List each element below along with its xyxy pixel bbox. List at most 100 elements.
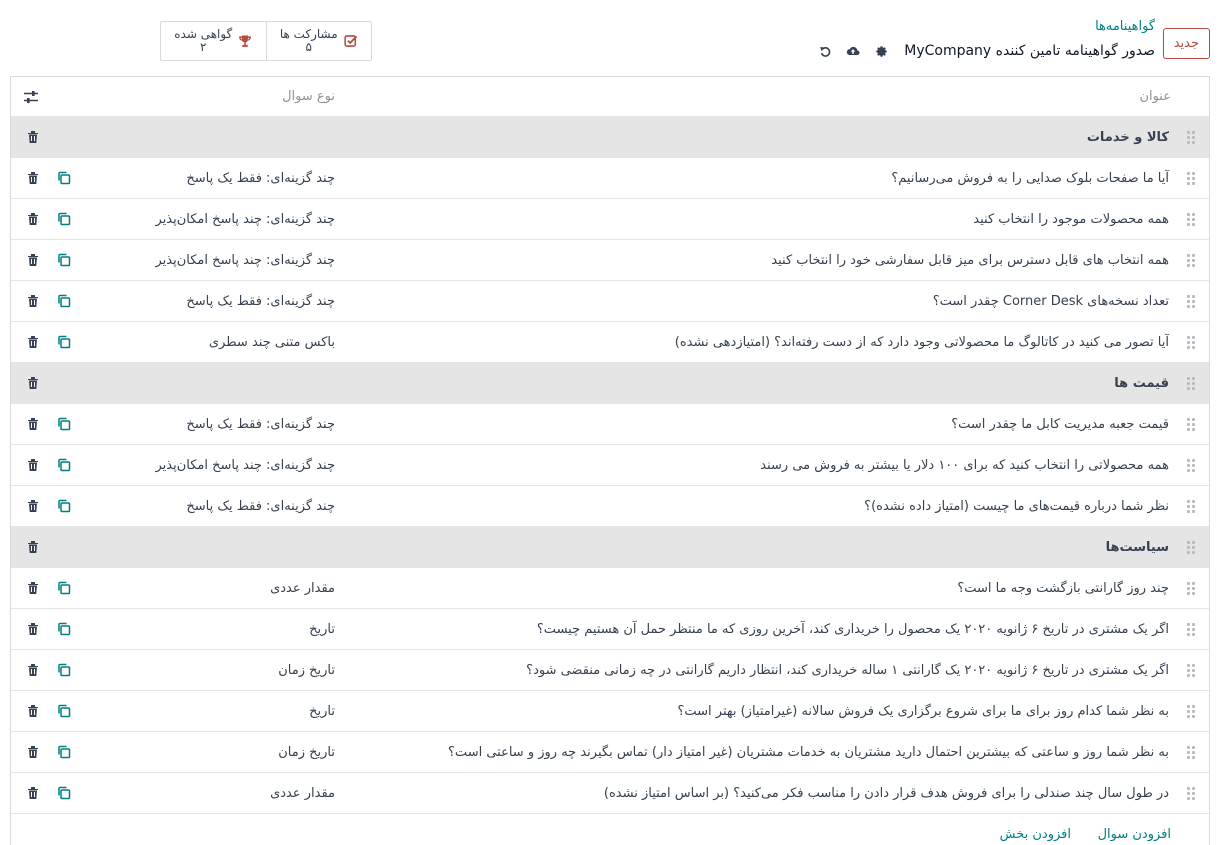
question-row[interactable]: اگر یک مشتری در تاریخ ۶ ژانویه ۲۰۲۰ یک م…: [11, 609, 1209, 650]
drag-handle-icon[interactable]: [1185, 130, 1195, 144]
trash-icon[interactable]: [27, 253, 39, 267]
copy-icon[interactable]: [57, 171, 71, 185]
copy-icon[interactable]: [57, 294, 71, 308]
trash-icon[interactable]: [27, 417, 39, 431]
drag-handle-icon[interactable]: [1185, 786, 1195, 800]
trash-icon[interactable]: [27, 745, 39, 759]
gear-icon[interactable]: [874, 44, 888, 58]
copy-icon[interactable]: [57, 786, 71, 800]
drag-handle-icon[interactable]: [1185, 417, 1195, 431]
question-type: چند گزینه‌ای: چند پاسخ امکان‌پذیر: [155, 211, 336, 227]
question-row[interactable]: آیا ما صفحات بلوک صدایی را به فروش می‌رس…: [11, 158, 1209, 199]
trash-icon[interactable]: [27, 663, 39, 677]
trash-icon[interactable]: [27, 499, 39, 513]
section-row[interactable]: کالا و خدمات: [11, 117, 1209, 158]
copy-icon[interactable]: [57, 212, 71, 226]
drag-handle-icon[interactable]: [1185, 622, 1195, 636]
drag-handle-icon[interactable]: [1185, 581, 1195, 595]
drag-handle-icon[interactable]: [1185, 171, 1195, 185]
breadcrumb: صدور گواهینامه تامین کننده MyCompany: [818, 43, 1155, 59]
copy-icon[interactable]: [57, 253, 71, 267]
certified-button[interactable]: گواهی شده ۲: [161, 22, 267, 60]
copy-icon[interactable]: [57, 663, 71, 677]
copy-icon[interactable]: [57, 581, 71, 595]
trash-icon[interactable]: [27, 130, 39, 144]
add-question-link[interactable]: افزودن سوال: [1098, 827, 1171, 842]
table-body: کالا و خدمات آیا ما صفحات بلوک صدایی را ب…: [11, 117, 1209, 814]
drag-handle-icon[interactable]: [1185, 663, 1195, 677]
table-footer: افزودن سوال افزودن بخش: [11, 814, 1209, 845]
copy-icon[interactable]: [57, 499, 71, 513]
question-row[interactable]: تعداد نسخه‌های Corner Desk چقدر است؟ چند …: [11, 281, 1209, 322]
section-title: قیمت ها: [1114, 375, 1169, 391]
section-row[interactable]: قیمت ها: [11, 363, 1209, 404]
drag-handle-icon[interactable]: [1185, 745, 1195, 759]
question-type: چند گزینه‌ای: فقط یک پاسخ: [186, 293, 335, 309]
trash-icon[interactable]: [27, 171, 39, 185]
drag-handle-icon[interactable]: [1185, 499, 1195, 513]
trash-icon[interactable]: [27, 458, 39, 472]
copy-icon[interactable]: [57, 704, 71, 718]
question-type: تاریخ: [309, 621, 335, 637]
question-title: همه محصولاتی را انتخاب کنید که برای ۱۰۰ …: [760, 457, 1169, 473]
copy-icon[interactable]: [57, 622, 71, 636]
drag-handle-icon[interactable]: [1185, 704, 1195, 718]
trash-icon[interactable]: [27, 704, 39, 718]
drag-handle-icon[interactable]: [1185, 212, 1195, 226]
section-row[interactable]: سیاست‌ها: [11, 527, 1209, 568]
question-type: چند گزینه‌ای: چند پاسخ امکان‌پذیر: [155, 252, 336, 268]
question-title: اگر یک مشتری در تاریخ ۶ ژانویه ۲۰۲۰ یک گ…: [526, 662, 1169, 678]
question-row[interactable]: چند روز گارانتی بازگشت وجه ما است؟ مقدار …: [11, 568, 1209, 609]
copy-icon[interactable]: [57, 417, 71, 431]
drag-handle-icon[interactable]: [1185, 376, 1195, 390]
drag-handle-icon[interactable]: [1185, 335, 1195, 349]
trash-icon[interactable]: [27, 581, 39, 595]
question-type: باکس متنی چند سطری: [208, 334, 335, 350]
question-row[interactable]: آیا تصور می کنید در کاتالوگ ما محصولاتی …: [11, 322, 1209, 363]
question-row[interactable]: اگر یک مشتری در تاریخ ۶ ژانویه ۲۰۲۰ یک گ…: [11, 650, 1209, 691]
question-title: همه محصولات موجود را انتخاب کنید: [973, 211, 1169, 227]
question-row[interactable]: همه انتخاب های قابل دسترس برای میز قابل …: [11, 240, 1209, 281]
question-title: نظر شما درباره قیمت‌های ما چیست (امتیاز …: [864, 498, 1169, 514]
question-title: به نظر شما کدام روز برای ما برای شروع بر…: [677, 703, 1169, 719]
question-row[interactable]: قیمت جعبه مدیریت کابل ما چقدر است؟ چند گز…: [11, 404, 1209, 445]
participations-button[interactable]: مشارکت ها ۵: [267, 22, 372, 60]
question-type: چند گزینه‌ای: فقط یک پاسخ: [186, 416, 335, 432]
cloud-upload-icon[interactable]: [846, 44, 860, 58]
question-row[interactable]: در طول سال چند صندلی را برای فروش هدف قر…: [11, 773, 1209, 814]
column-header-type[interactable]: نوع سوال: [282, 89, 335, 104]
drag-handle-icon[interactable]: [1185, 458, 1195, 472]
drag-handle-icon[interactable]: [1185, 253, 1195, 267]
question-row[interactable]: همه محصولاتی را انتخاب کنید که برای ۱۰۰ …: [11, 445, 1209, 486]
copy-icon[interactable]: [57, 335, 71, 349]
trash-icon[interactable]: [27, 540, 39, 554]
questions-list: عنوان نوع سوال کالا و خدمات آیا ما صفحات …: [10, 76, 1210, 845]
question-row[interactable]: به نظر شما روز و ساعتی که بیشترین احتمال…: [11, 732, 1209, 773]
breadcrumb-certifications[interactable]: گواهینامه‌ها: [1095, 19, 1155, 34]
add-section-link[interactable]: افزودن بخش: [1000, 827, 1071, 842]
trash-icon[interactable]: [27, 376, 39, 390]
trash-icon[interactable]: [27, 786, 39, 800]
question-title: چند روز گارانتی بازگشت وجه ما است؟: [957, 580, 1169, 596]
smart-buttons: مشارکت ها ۵ گواهی شده ۲: [160, 21, 372, 61]
record-actions: [818, 44, 888, 58]
question-row[interactable]: نظر شما درباره قیمت‌های ما چیست (امتیاز …: [11, 486, 1209, 527]
new-button[interactable]: جدید: [1162, 28, 1210, 59]
section-title: سیاست‌ها: [1105, 539, 1169, 555]
question-row[interactable]: همه محصولات موجود را انتخاب کنید چند گزین…: [11, 199, 1209, 240]
drag-handle-icon[interactable]: [1185, 294, 1195, 308]
trash-icon[interactable]: [27, 212, 39, 226]
copy-icon[interactable]: [57, 745, 71, 759]
question-type: تاریخ زمان: [278, 662, 335, 678]
trash-icon[interactable]: [27, 335, 39, 349]
copy-icon[interactable]: [57, 458, 71, 472]
question-row[interactable]: به نظر شما کدام روز برای ما برای شروع بر…: [11, 691, 1209, 732]
question-title: تعداد نسخه‌های Corner Desk چقدر است؟: [932, 293, 1169, 309]
checkbox-checked-icon: [344, 34, 358, 48]
trash-icon[interactable]: [27, 294, 39, 308]
column-header-title[interactable]: عنوان: [1139, 89, 1171, 104]
undo-icon[interactable]: [818, 44, 832, 58]
drag-handle-icon[interactable]: [1185, 540, 1195, 554]
column-settings-icon[interactable]: [23, 90, 39, 104]
trash-icon[interactable]: [27, 622, 39, 636]
